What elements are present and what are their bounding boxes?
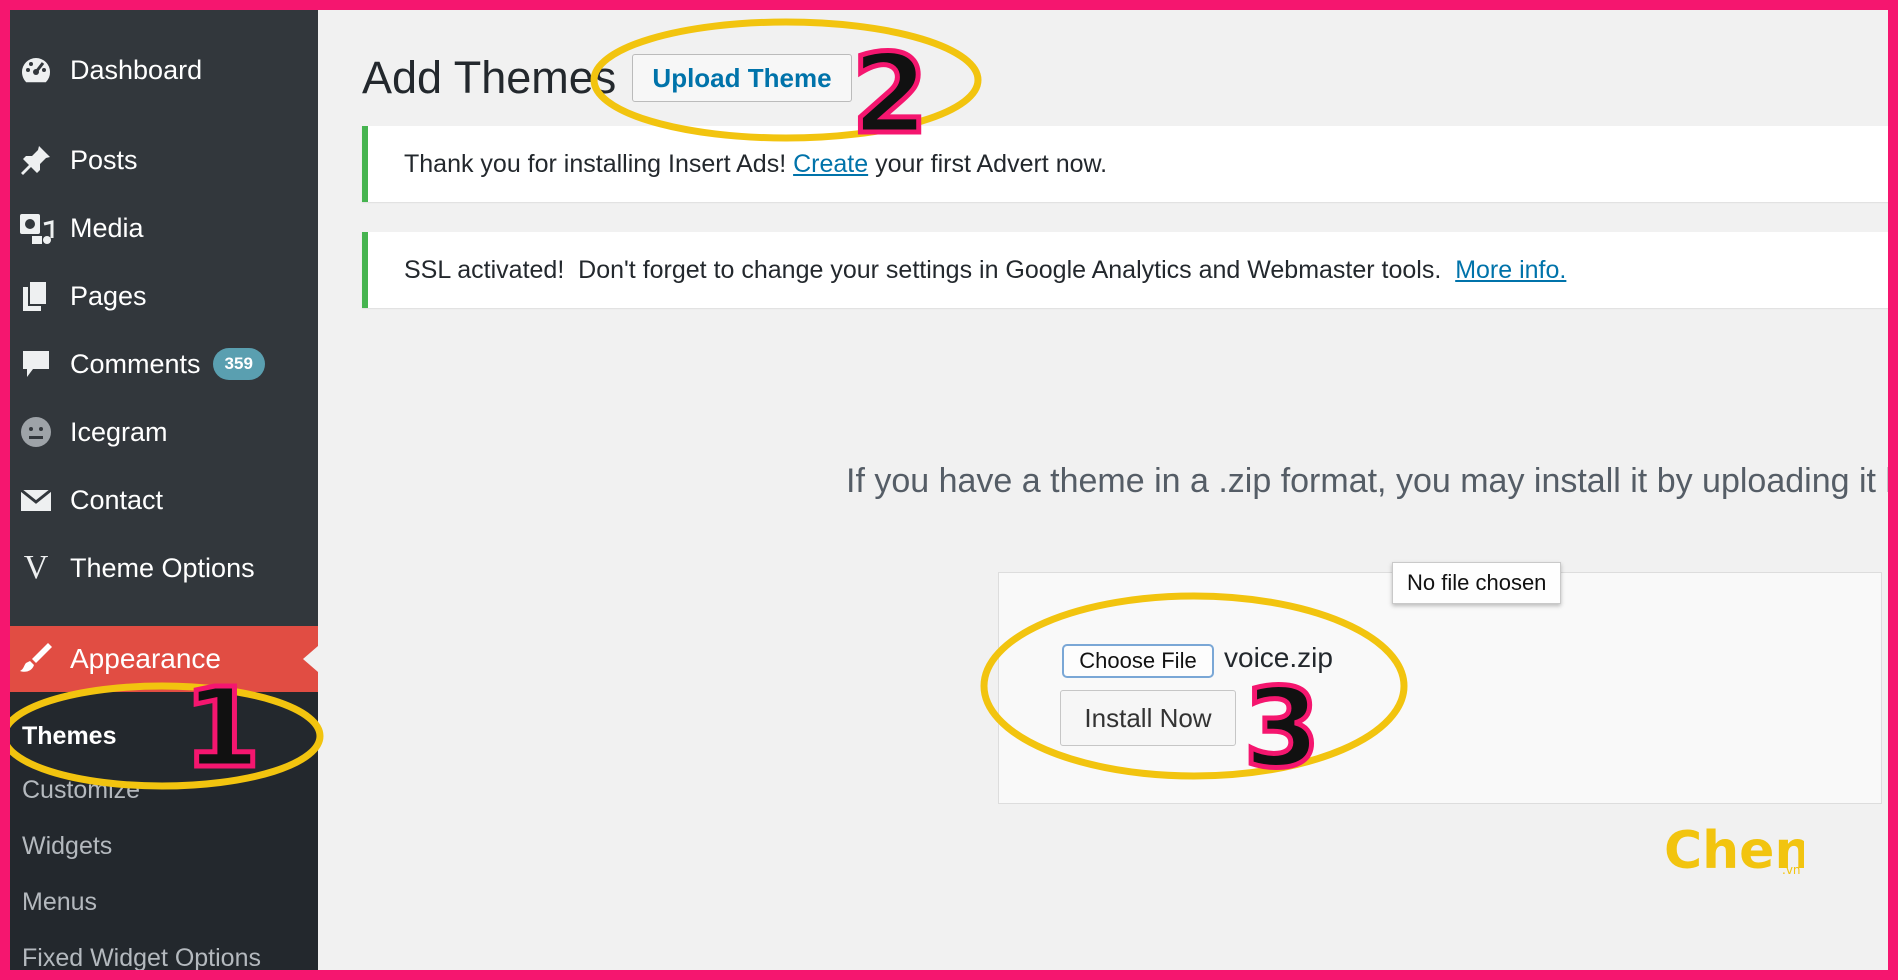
admin-sidebar: Dashboard Posts Media Pages Comments 359… — [0, 0, 318, 980]
sidebar-item-dashboard[interactable]: Dashboard — [0, 42, 318, 98]
sidebar-item-label: Pages — [70, 280, 147, 311]
comments-count-badge: 359 — [212, 348, 265, 380]
upload-theme-button[interactable]: Upload Theme — [632, 54, 852, 102]
sidebar-item-pages[interactable]: Pages — [0, 268, 318, 324]
sidebar-item-label: Comments — [70, 348, 201, 379]
upload-description: If you have a theme in a .zip format, yo… — [846, 462, 1898, 500]
sidebar-item-contact[interactable]: Contact — [0, 472, 318, 528]
notice-text: your first Advert now. — [868, 149, 1108, 178]
submenu-item-fixed-widget-options[interactable]: Fixed Widget Options — [22, 944, 261, 973]
logo-suffix: .vn — [1782, 863, 1801, 877]
sidebar-item-appearance[interactable]: Appearance — [0, 626, 318, 692]
sidebar-item-media[interactable]: Media — [0, 200, 318, 256]
sidebar-item-label: Contact — [70, 484, 164, 515]
submenu-item-themes[interactable]: Themes — [22, 722, 116, 751]
icegram-icon — [18, 414, 54, 450]
sidebar-item-label: Theme Options — [70, 552, 255, 583]
pages-icon — [18, 278, 54, 314]
upload-form-box — [998, 572, 1882, 804]
pin-icon — [18, 142, 54, 178]
comment-icon — [18, 346, 54, 382]
sidebar-item-theme-options[interactable]: V Theme Options — [0, 540, 318, 596]
sidebar-item-label: Appearance — [70, 643, 222, 674]
appearance-submenu: Themes Customize Widgets Menus Fixed Wid… — [0, 692, 318, 980]
sidebar-item-label: Dashboard — [70, 54, 203, 85]
sidebar-item-label: Media — [70, 212, 144, 243]
page-title: Add Themes — [362, 52, 617, 103]
cheng-logo: Cheng .vn — [1664, 821, 1804, 878]
main-content: Add Themes Upload Theme Thank you for in… — [318, 0, 1898, 980]
envelope-icon — [18, 482, 54, 518]
sidebar-item-label: Icegram — [70, 416, 168, 447]
choose-file-button[interactable]: Choose File — [1062, 644, 1214, 678]
submenu-item-menus[interactable]: Menus — [22, 888, 97, 917]
dashboard-icon — [18, 52, 54, 88]
sidebar-item-icegram[interactable]: Icegram — [0, 404, 318, 460]
paintbrush-icon — [18, 641, 54, 677]
media-icon — [18, 210, 54, 246]
install-now-button[interactable]: Install Now — [1060, 690, 1236, 746]
submenu-item-widgets[interactable]: Widgets — [22, 832, 112, 861]
sidebar-item-posts[interactable]: Posts — [0, 132, 318, 188]
file-tooltip: No file chosen — [1392, 562, 1562, 604]
ssl-notice: SSL activated! Don't forget to change yo… — [362, 232, 1898, 308]
insert-ads-notice: Thank you for installing Insert Ads! Cre… — [362, 126, 1898, 202]
sidebar-item-label: Posts — [70, 144, 138, 175]
notice-text: SSL activated! Don't forget to change yo… — [404, 255, 1456, 284]
sidebar-item-comments[interactable]: Comments 359 — [0, 336, 318, 392]
v-logo-icon: V — [23, 549, 49, 586]
selected-filename: voice.zip — [1224, 642, 1333, 673]
create-advert-link[interactable]: Create — [793, 150, 868, 179]
submenu-item-customize[interactable]: Customize — [22, 776, 140, 805]
more-info-link[interactable]: More info. — [1455, 256, 1566, 285]
notice-text: Thank you for installing Insert Ads! — [404, 149, 794, 178]
